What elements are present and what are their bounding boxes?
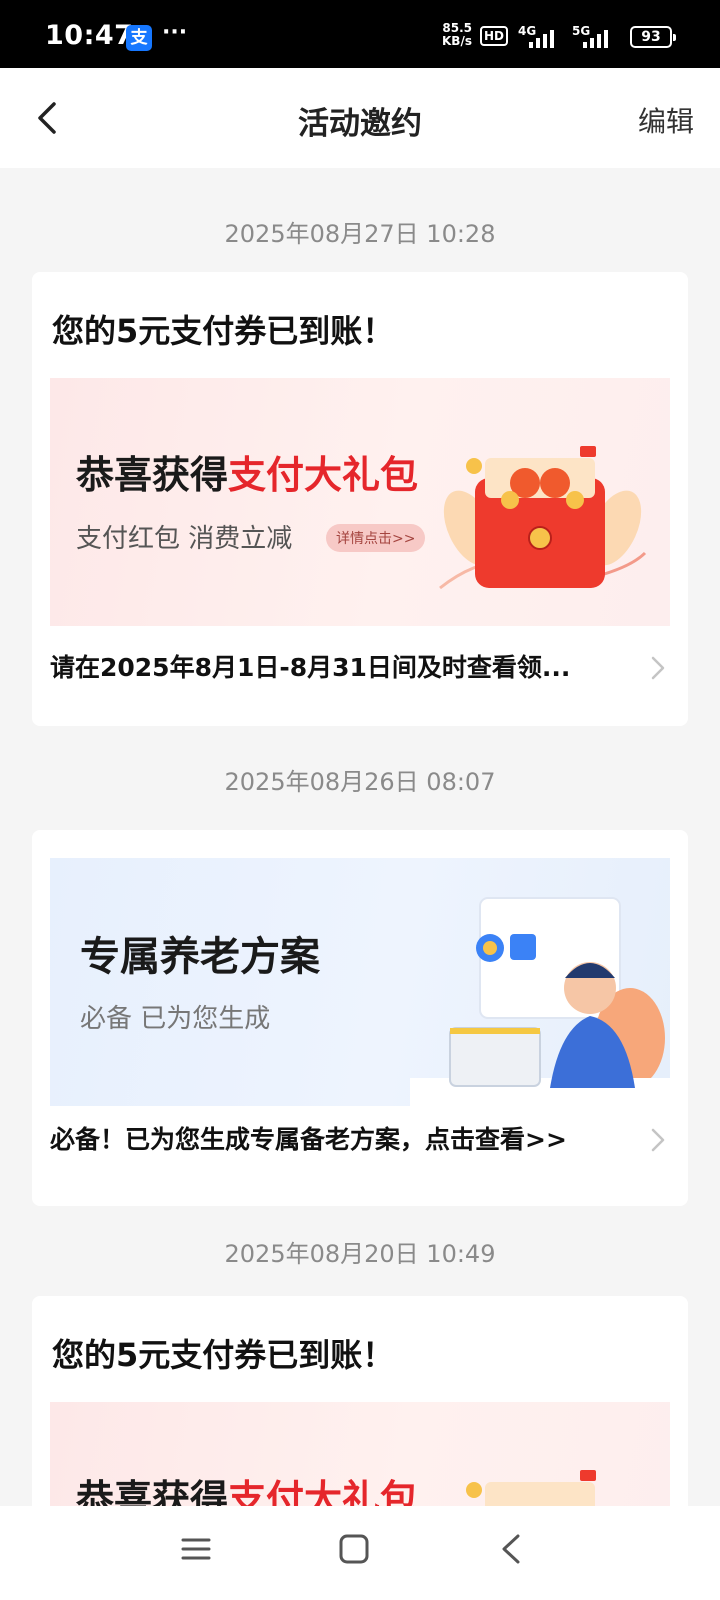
message-date: 2025年08月26日 08:07 — [224, 768, 496, 796]
message-date: 2025年08月27日 10:28 — [224, 220, 496, 248]
menu-icon[interactable] — [180, 1532, 212, 1566]
banner-subtitle: 支付红包 消费立减 — [76, 524, 293, 554]
banner-headline-plain: 恭喜获得 — [76, 453, 229, 497]
top-nav-bar: 活动邀约 编辑 — [0, 68, 720, 168]
home-icon[interactable] — [337, 1532, 371, 1566]
banner-headline: 专属养老方案 — [80, 934, 320, 980]
message-link-row[interactable]: 请在2025年8月1日-8月31日间及时查看领... — [50, 648, 670, 688]
signal-bars-icon — [529, 30, 554, 48]
back-icon[interactable] — [496, 1532, 526, 1566]
network-speed: 85.5 KB/s — [442, 22, 472, 48]
page-title: 活动邀约 — [298, 106, 422, 142]
chevron-right-icon — [651, 1128, 665, 1152]
message-link-text: 必备！已为您生成专属备老方案，点击查看>> — [50, 1125, 567, 1154]
chevron-right-icon — [651, 656, 665, 680]
signal-bars-icon — [583, 30, 608, 48]
message-date: 2025年08月20日 10:49 — [224, 1240, 496, 1268]
pension-plan-banner[interactable]: 专属养老方案 必备 已为您生成 — [50, 858, 670, 1106]
message-link-row[interactable]: 必备！已为您生成专属备老方案，点击查看>> — [50, 1120, 670, 1160]
card-title: 您的5元支付券已到账！ — [52, 1336, 395, 1374]
network-speed-unit: KB/s — [442, 34, 472, 48]
red-envelope-illustration — [439, 446, 647, 590]
gift-pack-banner[interactable]: 恭喜获得支付大礼包 支付红包 消费立减 详情点击>> — [50, 378, 670, 626]
signal-4g-icon: 4G — [518, 24, 554, 48]
banner-headline: 恭喜获得支付大礼包 — [76, 444, 418, 499]
hd-voice-icon: HD — [480, 26, 509, 46]
message-card[interactable]: 您的5元支付券已到账！ 恭喜获得支付大礼包 支付红包 消费立减 详情点击>> 请… — [32, 272, 688, 726]
status-bar: 10:47 支 ··· 85.5 KB/s HD 4G 5G 93 — [0, 0, 720, 68]
battery-icon: 93 — [630, 26, 676, 48]
message-link-text: 请在2025年8月1日-8月31日间及时查看领... — [50, 653, 571, 682]
edit-button[interactable]: 编辑 — [638, 100, 694, 140]
signal-5g-icon: 5G — [572, 24, 608, 48]
more-notifications-icon: ··· — [162, 20, 188, 45]
message-card[interactable]: 专属养老方案 必备 已为您生成 必备！已为您生成专属备老方案，点击查看>> — [32, 830, 688, 1206]
advisor-illustration — [410, 897, 670, 1106]
alipay-notification-icon: 支 — [126, 25, 152, 51]
banner-subtitle: 必备 已为您生成 — [80, 1004, 271, 1034]
banner-headline-highlight: 支付大礼包 — [228, 453, 419, 497]
card-title: 您的5元支付券已到账！ — [52, 312, 395, 350]
status-time: 10:47 — [45, 20, 134, 51]
system-navigation-bar — [0, 1506, 720, 1600]
details-pill: 详情点击>> — [326, 524, 426, 552]
